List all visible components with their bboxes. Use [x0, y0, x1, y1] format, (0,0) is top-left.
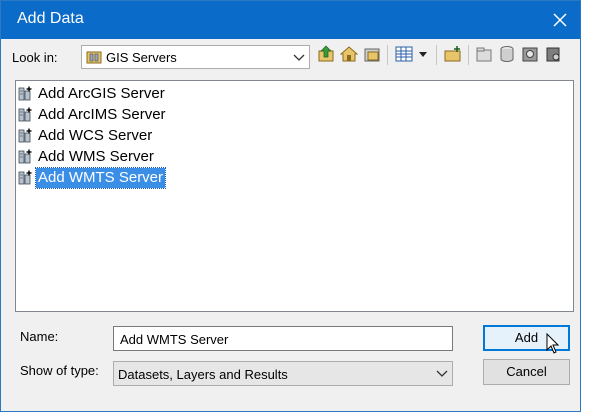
list-item-label: Add ArcIMS Server	[38, 106, 166, 123]
look-in-label: Look in:	[12, 50, 58, 65]
show-of-type-dropdown[interactable]: Datasets, Layers and Results	[113, 361, 453, 386]
look-in-dropdown[interactable]: GIS Servers	[81, 45, 310, 69]
add-server-icon	[18, 149, 34, 165]
add-server-icon	[18, 107, 34, 123]
database-icon[interactable]	[498, 45, 516, 63]
type-value: Datasets, Layers and Results	[118, 367, 288, 382]
list-item-label: Add ArcGIS Server	[38, 85, 165, 102]
up-one-level-icon[interactable]	[317, 45, 335, 63]
add-server-icon	[18, 170, 34, 186]
title-bar[interactable]: Add Data	[1, 1, 580, 39]
connect-to-folder-icon[interactable]	[363, 45, 381, 63]
server-icon[interactable]	[544, 45, 562, 63]
add-server-icon	[18, 128, 34, 144]
add-data-dialog: Add Data Look in: GIS Servers Add ArcGIS…	[0, 0, 581, 412]
home-icon[interactable]	[340, 45, 358, 63]
add-server-icon	[18, 86, 34, 102]
catalog-icon[interactable]	[475, 45, 493, 63]
dropdown-arrow-icon[interactable]	[417, 45, 429, 63]
list-item-label: Add WMS Server	[38, 148, 154, 165]
cancel-button[interactable]: Cancel	[483, 359, 570, 385]
chevron-down-icon[interactable]	[293, 54, 305, 62]
list-item-label: Add WCS Server	[38, 127, 153, 144]
chevron-down-icon[interactable]	[436, 370, 448, 378]
look-in-value: GIS Servers	[106, 50, 177, 65]
toolbar-separator	[436, 45, 437, 65]
toolbar-separator	[468, 45, 469, 65]
new-folder-icon[interactable]	[444, 45, 462, 63]
geodatabase-icon[interactable]	[521, 45, 539, 63]
name-label: Name:	[20, 329, 59, 344]
close-icon[interactable]	[549, 9, 571, 31]
view-menu-icon[interactable]	[395, 45, 413, 63]
server-list[interactable]: Add ArcGIS Server Add ArcIMS Server Add WC…	[15, 80, 574, 312]
type-label: Show of type:	[20, 363, 99, 378]
list-item-label: Add WMTS Server	[34, 167, 167, 189]
name-input[interactable]: Add WMTS Server	[113, 326, 453, 351]
mouse-cursor-icon	[546, 333, 560, 354]
toolbar-separator	[387, 45, 388, 65]
gis-servers-icon	[86, 51, 102, 64]
window-title: Add Data	[17, 10, 84, 27]
